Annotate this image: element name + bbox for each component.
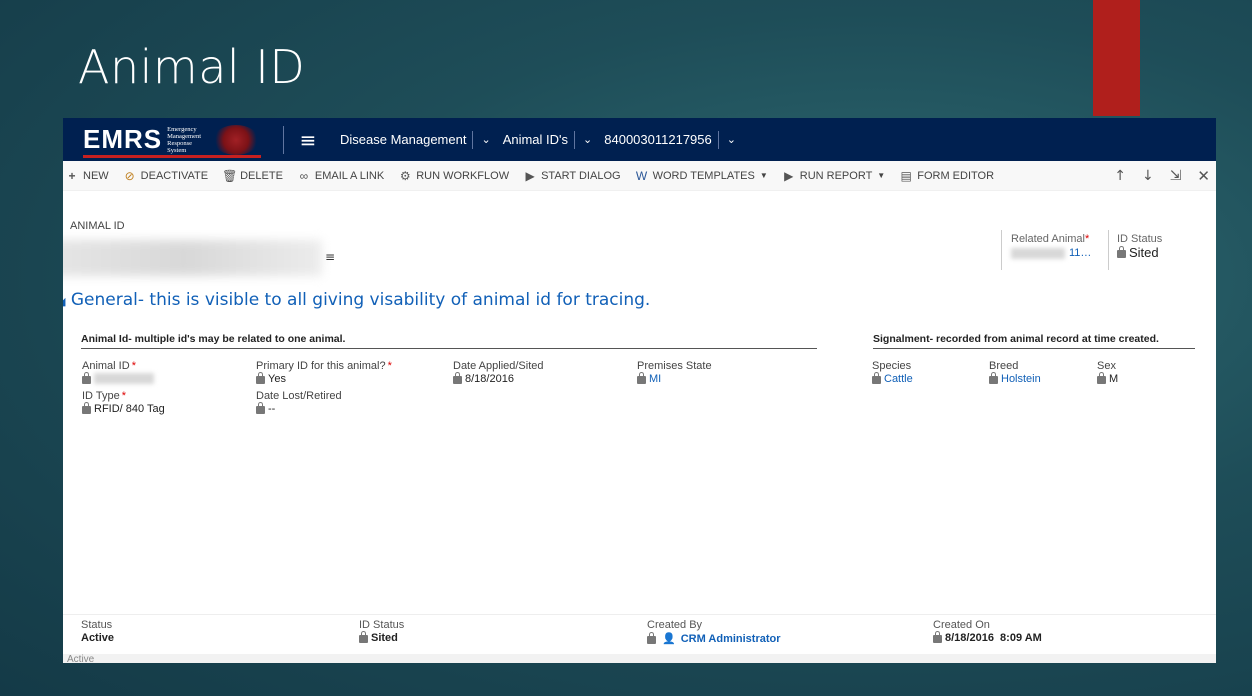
form-editor-button[interactable]: ▤ FORM EDITOR — [899, 169, 994, 183]
crm-window: EMRS Emergency Management Response System ≡… — [63, 118, 1216, 663]
slide-title: Animal ID — [78, 40, 306, 94]
related-animal-field[interactable]: Related Animal* 11… — [1011, 233, 1091, 259]
play-icon: ▶ — [525, 168, 535, 183]
group-signalment-heading: Signalment- recorded from animal record … — [873, 333, 1195, 349]
lock-icon — [256, 372, 265, 384]
nav-item-record-id[interactable]: 840003011217956 ⌄ — [598, 130, 742, 149]
accent-bar — [1093, 0, 1140, 116]
plus-icon: + — [68, 168, 76, 183]
chevron-down-icon[interactable]: ⌄ — [574, 130, 592, 149]
run-report-button[interactable]: ▶ RUN REPORT ▼ — [782, 169, 885, 183]
status-bar: Active — [63, 654, 1216, 663]
nav-item-animal-ids[interactable]: Animal ID's ⌄ — [497, 130, 599, 149]
email-link-button[interactable]: ∞ EMAIL A LINK — [297, 168, 385, 183]
lock-icon — [359, 631, 368, 643]
logo-subtitle: Emergency Management Response System — [167, 125, 202, 154]
id-status-header-field: ID Status Sited — [1117, 233, 1163, 260]
logo-underline — [83, 155, 261, 158]
command-bar: + NEW ⊘ DEACTIVATE 🗑 DELETE ∞ EMAIL A LINK ⚙… — [63, 161, 1216, 191]
group-animal-id-heading: Animal Id- multiple id's may be related … — [81, 333, 817, 349]
lock-icon — [1117, 245, 1126, 258]
form-selector-icon[interactable]: ≡ — [325, 250, 335, 264]
link-icon: ∞ — [299, 168, 309, 183]
trash-icon: 🗑 — [222, 168, 238, 183]
primary-id-field[interactable]: Primary ID for this animal? * Yes — [256, 360, 392, 385]
emrs-logo[interactable]: EMRS Emergency Management Response System — [63, 118, 275, 161]
arrow-up-icon[interactable]: ↑ — [1114, 168, 1126, 184]
logo-emblem-icon — [213, 125, 259, 155]
start-dialog-button[interactable]: ▶ START DIALOG — [523, 169, 620, 183]
lock-icon — [647, 631, 656, 644]
entity-label: ANIMAL ID — [70, 220, 125, 232]
top-navbar: EMRS Emergency Management Response System ≡… — [63, 118, 1216, 161]
record-name-redacted — [63, 240, 322, 276]
header-divider — [1001, 230, 1002, 270]
workflow-icon: ⚙ — [399, 168, 411, 183]
word-icon: W — [635, 168, 648, 183]
lock-icon — [453, 372, 462, 384]
lock-icon — [989, 372, 998, 384]
popout-icon[interactable]: ⇲ — [1170, 168, 1182, 184]
hamburger-menu-icon[interactable]: ≡ — [292, 128, 324, 152]
delete-button[interactable]: 🗑 DELETE — [222, 169, 283, 183]
close-icon[interactable]: ✕ — [1197, 167, 1210, 185]
deactivate-button[interactable]: ⊘ DEACTIVATE — [123, 169, 208, 183]
id-type-field[interactable]: ID Type * RFID/ 840 Tag — [82, 390, 165, 415]
species-field[interactable]: Species Cattle — [872, 360, 913, 385]
footer-id-status: ID Status Sited — [359, 619, 405, 644]
lock-icon — [256, 402, 265, 414]
nav-separator — [283, 125, 284, 154]
logo-text: EMRS — [83, 124, 163, 154]
animal-id-field[interactable]: Animal ID * — [82, 360, 154, 384]
word-templates-button[interactable]: W WORD TEMPLATES ▼ — [635, 169, 768, 183]
header-divider — [1108, 230, 1109, 270]
form-icon: ▤ — [900, 168, 912, 183]
arrow-down-icon[interactable]: ↓ — [1142, 168, 1154, 184]
lock-icon — [82, 371, 91, 384]
footer-created-on: Created On 8/18/2016 8:09 AM — [933, 619, 1042, 644]
chevron-down-icon[interactable]: ⌄ — [717, 130, 736, 149]
nav-item-disease-management[interactable]: Disease Management ⌄ — [334, 130, 497, 149]
premises-state-field[interactable]: Premises State MI — [637, 360, 712, 385]
section-general-title[interactable]: ◢ General- this is visible to all giving… — [63, 290, 650, 310]
footer-status: Status Active — [81, 619, 115, 644]
lock-icon — [82, 402, 91, 414]
deactivate-icon: ⊘ — [124, 168, 135, 183]
chevron-down-icon[interactable]: ⌄ — [472, 130, 491, 149]
footer-created-by[interactable]: Created By 👤 CRM Administrator — [647, 619, 781, 645]
lock-icon — [637, 372, 646, 384]
breed-field[interactable]: Breed Holstein — [989, 360, 1041, 385]
new-button[interactable]: + NEW — [65, 168, 108, 183]
user-icon: 👤 — [662, 633, 676, 645]
sex-field[interactable]: Sex M — [1097, 360, 1118, 385]
lock-icon — [933, 631, 942, 643]
date-applied-field[interactable]: Date Applied/Sited 8/18/2016 — [453, 360, 544, 385]
lock-icon — [1097, 372, 1106, 384]
lock-icon — [872, 372, 881, 384]
run-workflow-button[interactable]: ⚙ RUN WORKFLOW — [398, 169, 509, 183]
date-lost-field[interactable]: Date Lost/Retired -- — [256, 390, 342, 415]
report-icon: ▶ — [784, 168, 794, 183]
